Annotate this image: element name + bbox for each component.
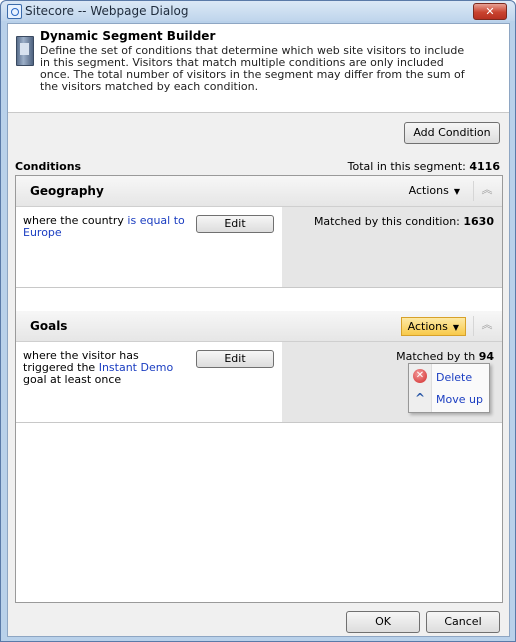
add-condition-button[interactable]: Add Condition [404,122,500,144]
total-value: 4116 [469,160,500,173]
rule-text: where the country is equal to Europe [23,215,188,239]
delete-icon: ✕ [413,369,427,383]
menu-item-move-up[interactable]: ^ Move up [409,388,489,410]
title-bar: Sitecore -- Webpage Dialog ✕ [1,1,515,21]
caret-down-icon: ▼ [453,187,460,196]
rule-suffix: goal at least once [23,373,122,386]
segment-total: Total in this segment: 4116 [348,160,500,173]
actions-label: Actions [408,184,449,197]
condition-stats-geography: Matched by this condition: 1630 [282,207,502,287]
dialog-window: Sitecore -- Webpage Dialog ✕ Dynamic Seg… [0,0,516,642]
matched-count: Matched by this condition: 1630 [314,215,494,228]
dialog-content: Dynamic Segment Builder Define the set o… [7,23,510,637]
move-up-icon: ^ [414,391,426,405]
menu-item-delete[interactable]: ✕ Delete [409,366,489,388]
separator [473,316,474,336]
edit-button-geography[interactable]: Edit [196,215,274,233]
cancel-button[interactable]: Cancel [426,611,500,633]
actions-label: Actions [407,320,448,333]
separator [473,181,474,201]
matched-label: Matched by th [396,350,476,363]
ie-page-icon [7,4,22,19]
condition-title: Geography [30,184,104,198]
section-divider [16,422,502,423]
collapse-icon[interactable]: ︽ [480,318,494,332]
condition-header-geography: Geography Actions ▼ ︽ [16,176,502,207]
condition-title: Goals [30,319,68,333]
actions-dropdown-geography[interactable]: Actions ▼ [403,182,466,199]
page-title: Dynamic Segment Builder [40,29,216,43]
actions-menu: ✕ Delete ^ Move up [408,363,490,413]
caret-down-icon: ▼ [452,323,459,332]
conditions-heading: Conditions [15,160,82,173]
ok-button[interactable]: OK [346,611,420,633]
window-title: Sitecore -- Webpage Dialog [25,4,189,18]
menu-item-label: Move up [436,393,483,406]
rule-text: where the visitor has triggered the Inst… [23,350,183,386]
matched-label: Matched by this condition: [313,215,460,228]
collapse-icon[interactable]: ︽ [480,183,494,197]
condition-header-goals: Goals Actions ▼ ︽ [16,311,502,342]
page-description: Define the set of conditions that determ… [40,44,465,93]
condition-rule-goals: where the visitor has triggered the Inst… [16,342,282,422]
section-divider [16,287,502,288]
matched-value: 94 [478,350,494,363]
matched-count: Matched by th 94 [396,350,494,363]
segment-book-icon [16,36,34,66]
close-button[interactable]: ✕ [473,3,507,20]
edit-button-goals[interactable]: Edit [196,350,274,368]
menu-item-label: Delete [436,371,473,384]
condition-rule-geography: where the country is equal to Europe Edi… [16,207,282,287]
actions-dropdown-goals[interactable]: Actions ▼ [400,317,466,336]
total-label: Total in this segment: [347,160,466,173]
dialog-header: Dynamic Segment Builder Define the set o… [8,24,509,113]
matched-value: 1630 [463,215,494,228]
